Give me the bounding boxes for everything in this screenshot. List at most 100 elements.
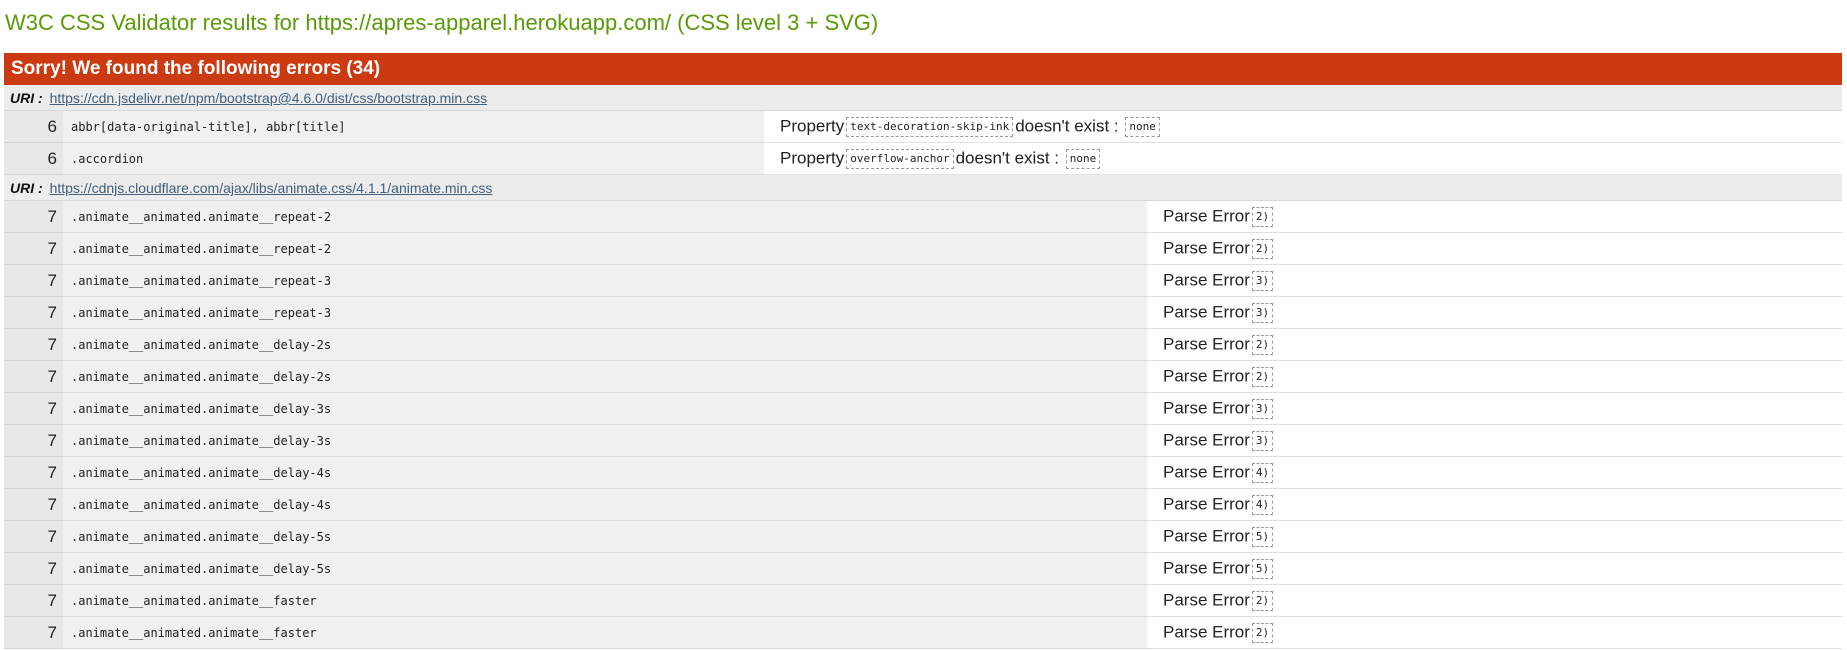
uri-label: URI : xyxy=(10,180,43,196)
error-message: Parse Error 4) xyxy=(1147,488,1842,521)
uri-link-animate[interactable]: https://cdnjs.cloudflare.com/ajax/libs/a… xyxy=(50,180,493,196)
code-token: text-decoration-skip-ink xyxy=(846,116,1014,137)
error-row: 7 .animate__animated.animate__repeat-3 Par… xyxy=(4,296,1842,329)
error-message: Parse Error 2) xyxy=(1147,328,1842,361)
line-number: 6 xyxy=(4,111,63,143)
error-context: .accordion xyxy=(63,142,764,175)
line-number: 7 xyxy=(4,584,63,617)
code-token: 3) xyxy=(1251,302,1274,323)
error-row: 7 .animate__animated.animate__repeat-2 Par… xyxy=(4,201,1842,233)
message-prefix: Parse Error xyxy=(1163,430,1250,450)
code-token: 4) xyxy=(1251,494,1274,515)
message-prefix: Parse Error xyxy=(1163,462,1250,482)
error-row: 7 .animate__animated.animate__repeat-2 Par… xyxy=(4,232,1842,265)
errors-header: Sorry! We found the following errors (34… xyxy=(4,53,1842,85)
uri-row-animate: URI : https://cdnjs.cloudflare.com/ajax/… xyxy=(4,175,1842,201)
message-prefix: Parse Error xyxy=(1163,238,1250,258)
message-prefix: Parse Error xyxy=(1163,206,1250,226)
errors-panel: Sorry! We found the following errors (34… xyxy=(4,53,1842,649)
uri-link-bootstrap[interactable]: https://cdn.jsdelivr.net/npm/bootstrap@4… xyxy=(50,90,488,106)
error-message: Parse Error 2) xyxy=(1147,201,1842,233)
message-prefix: Property xyxy=(780,116,845,136)
line-number: 7 xyxy=(4,201,63,233)
message-prefix: Parse Error xyxy=(1163,526,1250,546)
error-message: Property overflow-anchor doesn't exist : n… xyxy=(764,142,1842,175)
code-token: 5) xyxy=(1251,526,1274,547)
line-number: 7 xyxy=(4,520,63,553)
code-token: 2) xyxy=(1251,366,1274,387)
error-context: .animate__animated.animate__delay-5s xyxy=(63,520,1147,553)
message-prefix: Parse Error xyxy=(1163,398,1250,418)
line-number: 7 xyxy=(4,488,63,521)
line-number: 7 xyxy=(4,616,63,649)
error-message: Parse Error 2) xyxy=(1147,584,1842,617)
message-prefix: Parse Error xyxy=(1163,622,1250,642)
error-row: 7 .animate__animated.animate__delay-4s Par… xyxy=(4,488,1842,521)
error-message: Parse Error 3) xyxy=(1147,296,1842,329)
line-number: 7 xyxy=(4,264,63,297)
line-number: 7 xyxy=(4,360,63,393)
error-row: 7 .animate__animated.animate__faster Parse… xyxy=(4,616,1842,649)
error-context: .animate__animated.animate__repeat-3 xyxy=(63,296,1147,329)
code-token: 3) xyxy=(1251,270,1274,291)
error-row: 7 .animate__animated.animate__repeat-3 Par… xyxy=(4,264,1842,297)
code-token: 2) xyxy=(1251,238,1274,259)
error-table-animate: 7 .animate__animated.animate__repeat-2 Par… xyxy=(4,201,1842,649)
message-prefix: Parse Error xyxy=(1163,590,1250,610)
error-message: Parse Error 3) xyxy=(1147,264,1842,297)
error-message: Parse Error 5) xyxy=(1147,552,1842,585)
code-token: 5) xyxy=(1251,558,1274,579)
error-context: .animate__animated.animate__delay-4s xyxy=(63,456,1147,489)
code-token: 3) xyxy=(1251,430,1274,451)
line-number: 7 xyxy=(4,232,63,265)
line-number: 7 xyxy=(4,296,63,329)
error-row: 6 abbr[data-original-title], abbr[title] P… xyxy=(4,111,1842,143)
code-token: 2) xyxy=(1251,334,1274,355)
code-token: 4) xyxy=(1251,462,1274,483)
line-number: 7 xyxy=(4,552,63,585)
error-context: .animate__animated.animate__delay-2s xyxy=(63,328,1147,361)
page-title: W3C CSS Validator results for https://ap… xyxy=(5,10,879,35)
error-row: 7 .animate__animated.animate__delay-3s Par… xyxy=(4,424,1842,457)
value-token: none xyxy=(1065,148,1101,169)
error-row: 7 .animate__animated.animate__faster Parse… xyxy=(4,584,1842,617)
code-token: overflow-anchor xyxy=(846,148,954,169)
error-message: Parse Error 2) xyxy=(1147,232,1842,265)
error-message: Parse Error 3) xyxy=(1147,424,1842,457)
error-row: 7 .animate__animated.animate__delay-5s Par… xyxy=(4,552,1842,585)
error-table-bootstrap: 6 abbr[data-original-title], abbr[title] P… xyxy=(4,111,1842,175)
line-number: 6 xyxy=(4,142,63,175)
error-context: .animate__animated.animate__repeat-2 xyxy=(63,201,1147,233)
message-prefix: Parse Error xyxy=(1163,270,1250,290)
uri-label: URI : xyxy=(10,90,43,106)
error-message: Parse Error 3) xyxy=(1147,392,1842,425)
message-suffix: doesn't exist : xyxy=(955,148,1060,168)
error-context: .animate__animated.animate__delay-4s xyxy=(63,488,1147,521)
message-prefix: Parse Error xyxy=(1163,334,1250,354)
error-row: 7 .animate__animated.animate__delay-2s Par… xyxy=(4,328,1842,361)
error-context: .animate__animated.animate__delay-3s xyxy=(63,424,1147,457)
error-row: 7 .animate__animated.animate__delay-3s Par… xyxy=(4,392,1842,425)
error-context: .animate__animated.animate__delay-2s xyxy=(63,360,1147,393)
value-token: none xyxy=(1125,116,1160,137)
message-prefix: Parse Error xyxy=(1163,366,1250,386)
error-row: 7 .animate__animated.animate__delay-5s Par… xyxy=(4,520,1842,553)
code-token: 2) xyxy=(1251,206,1274,227)
message-prefix: Parse Error xyxy=(1163,302,1250,322)
error-message: Parse Error 2) xyxy=(1147,360,1842,393)
uri-row-bootstrap: URI : https://cdn.jsdelivr.net/npm/boots… xyxy=(4,85,1842,111)
error-row: 7 .animate__animated.animate__delay-4s Par… xyxy=(4,456,1842,489)
error-row: 6 .accordion Property overflow-anchor doesn'… xyxy=(4,142,1842,175)
message-suffix: doesn't exist : xyxy=(1015,116,1119,136)
error-row: 7 .animate__animated.animate__delay-2s Par… xyxy=(4,360,1842,393)
error-context: .animate__animated.animate__delay-5s xyxy=(63,552,1147,585)
error-context: abbr[data-original-title], abbr[title] xyxy=(63,111,764,143)
message-prefix: Parse Error xyxy=(1163,558,1250,578)
error-message: Property text-decoration-skip-ink doesn't … xyxy=(764,111,1842,143)
message-prefix: Property xyxy=(780,148,845,168)
error-message: Parse Error 2) xyxy=(1147,616,1842,649)
message-prefix: Parse Error xyxy=(1163,494,1250,514)
error-context: .animate__animated.animate__repeat-2 xyxy=(63,232,1147,265)
line-number: 7 xyxy=(4,328,63,361)
error-context: .animate__animated.animate__faster xyxy=(63,616,1147,649)
